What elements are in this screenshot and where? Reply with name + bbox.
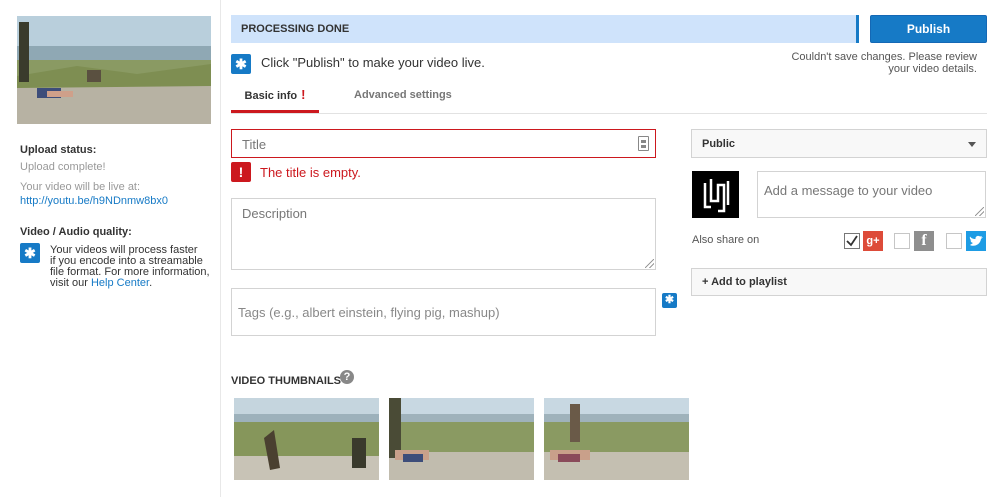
title-input[interactable]: Title xyxy=(231,129,656,158)
processing-status-text: PROCESSING DONE xyxy=(241,23,350,35)
video-preview[interactable] xyxy=(17,16,211,124)
add-to-playlist-button[interactable]: + Add to playlist xyxy=(691,268,987,296)
video-url-link[interactable]: http://youtu.be/h9NDnmw8bx0 xyxy=(20,195,168,207)
share-message-placeholder: Add a message to your video xyxy=(764,183,933,198)
error-exclamation-icon: ! xyxy=(231,162,251,182)
upload-status-value: Upload complete! xyxy=(20,161,106,173)
help-center-link[interactable]: Help Center xyxy=(91,277,149,289)
description-placeholder: Description xyxy=(242,206,308,221)
privacy-selected-value: Public xyxy=(702,138,736,150)
title-error-message: The title is empty. xyxy=(260,165,361,180)
character-counter-icon xyxy=(638,136,649,151)
add-to-playlist-label: + Add to playlist xyxy=(702,276,787,288)
quality-tip-period: . xyxy=(149,277,153,289)
video-thumbnails-heading: VIDEO THUMBNAILS xyxy=(231,375,341,387)
twitter-icon xyxy=(966,231,986,251)
privacy-dropdown[interactable]: Public xyxy=(691,129,987,158)
tab-basic-info[interactable]: Basic info! xyxy=(231,80,319,113)
processing-status-bar: PROCESSING DONE xyxy=(231,15,859,43)
also-share-label: Also share on xyxy=(692,234,760,246)
tab-bar: Basic info! Advanced settings xyxy=(231,80,987,114)
description-textarea[interactable]: Description xyxy=(231,198,656,270)
share-facebook-checkbox[interactable] xyxy=(894,233,910,249)
checkmark-icon xyxy=(846,235,858,247)
save-error-message: Couldn't save changes. Please review you… xyxy=(760,51,977,75)
publish-button[interactable]: Publish xyxy=(870,15,987,43)
tags-placeholder: Tags (e.g., albert einstein, flying pig,… xyxy=(238,305,500,320)
quality-label: Video / Audio quality: xyxy=(20,226,132,238)
title-placeholder: Title xyxy=(242,137,267,152)
share-message-textarea[interactable]: Add a message to your video xyxy=(757,171,986,218)
save-error-line: your video details. xyxy=(888,63,977,75)
info-star-icon: ✱ xyxy=(231,54,251,74)
thumbnail-option[interactable] xyxy=(544,398,689,480)
tags-input[interactable]: Tags (e.g., albert einstein, flying pig,… xyxy=(231,288,656,336)
share-google-plus-checkbox[interactable] xyxy=(844,233,860,249)
upload-status-label: Upload status: xyxy=(20,144,97,156)
quality-tip: Your videos will process faster if you e… xyxy=(50,245,220,289)
help-question-icon[interactable]: ? xyxy=(340,370,354,384)
error-exclamation-icon: ! xyxy=(301,87,306,102)
resize-handle-icon[interactable] xyxy=(645,259,654,268)
chevron-down-icon xyxy=(968,142,976,147)
channel-avatar xyxy=(692,171,739,218)
thumbnail-option[interactable] xyxy=(234,398,379,480)
tab-advanced-settings[interactable]: Advanced settings xyxy=(354,80,452,113)
info-star-icon[interactable]: ✱ xyxy=(662,293,677,308)
tab-basic-info-label: Basic info xyxy=(244,90,298,102)
quality-tip-line: visit our Help Center. xyxy=(50,278,220,289)
save-error-line: Couldn't save changes. Please review xyxy=(791,51,977,63)
info-star-icon: ✱ xyxy=(20,243,40,263)
thumbnail-option[interactable] xyxy=(389,398,534,480)
share-twitter-checkbox[interactable] xyxy=(946,233,962,249)
google-plus-icon: g+ xyxy=(863,231,883,251)
resize-handle-icon[interactable] xyxy=(975,207,984,216)
facebook-icon: f xyxy=(914,231,934,251)
publish-hint-text: Click "Publish" to make your video live. xyxy=(261,55,485,70)
left-column-divider xyxy=(220,0,221,497)
live-at-label: Your video will be live at: xyxy=(20,181,141,193)
quality-tip-text: visit our xyxy=(50,277,88,289)
